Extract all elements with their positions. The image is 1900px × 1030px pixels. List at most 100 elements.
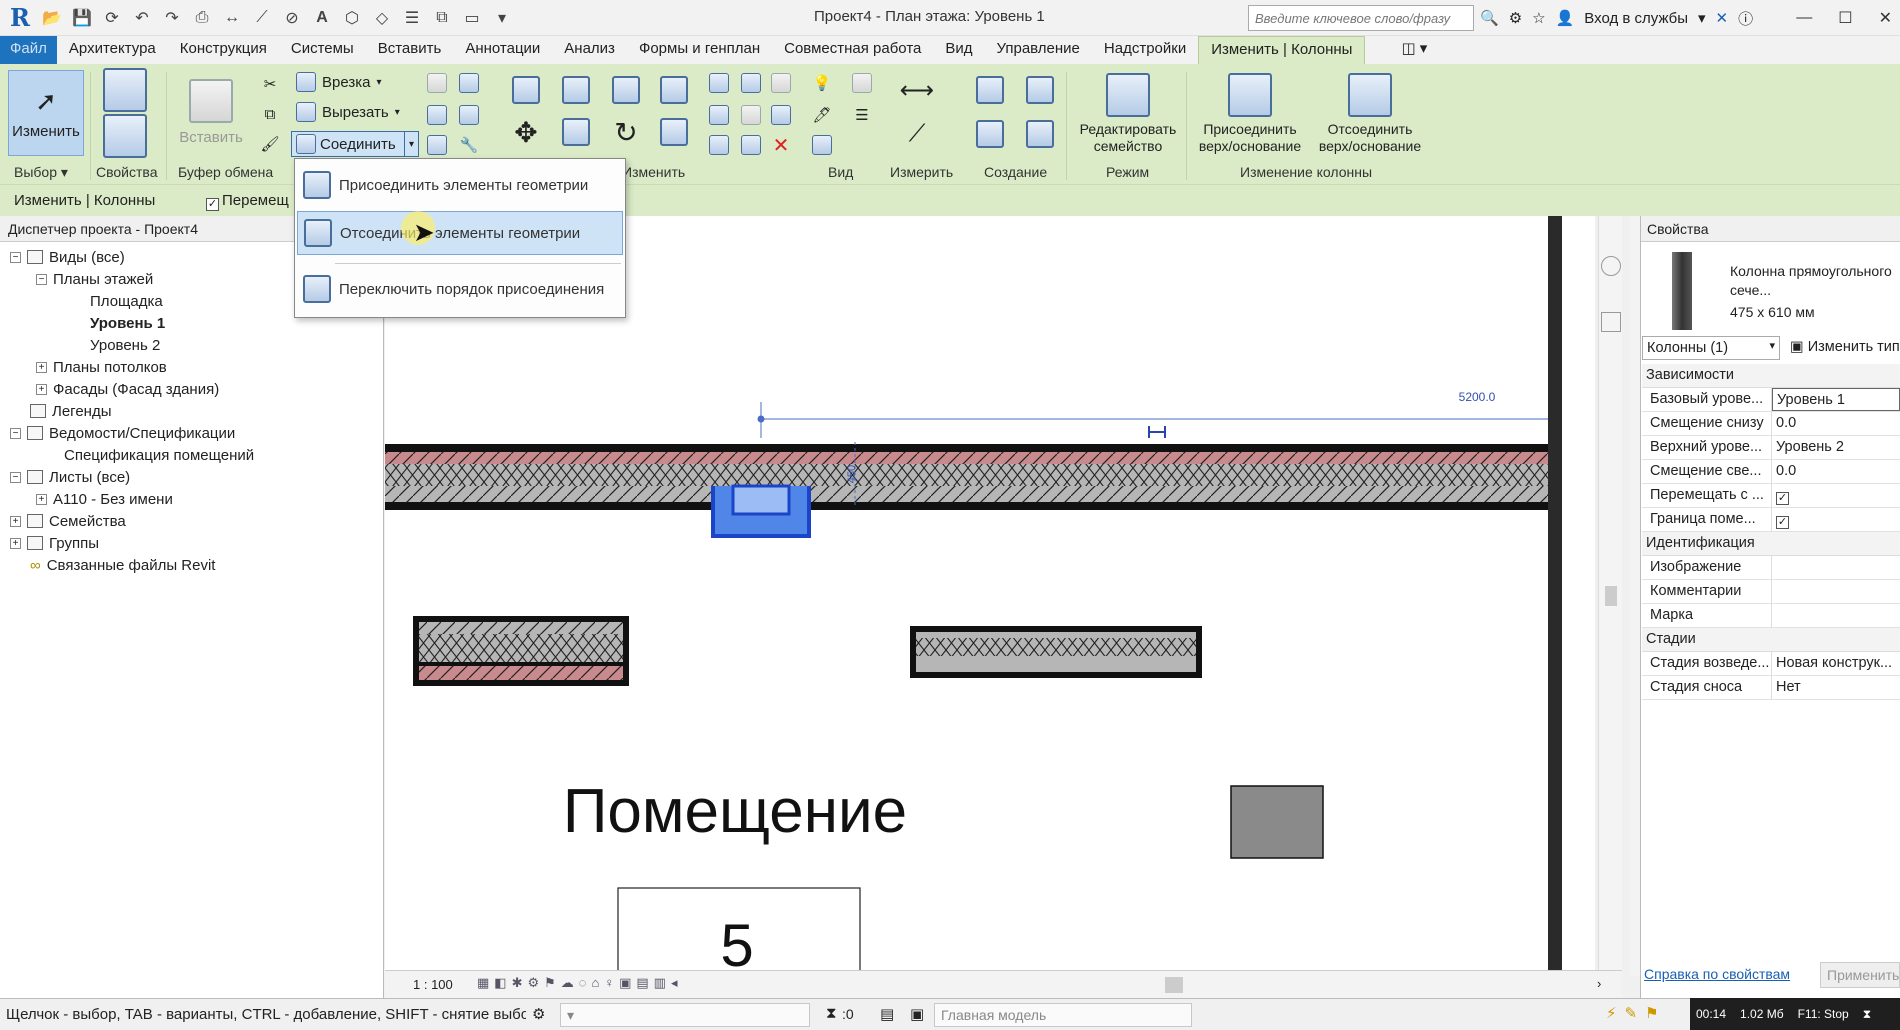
delete-icon[interactable]: ✕: [768, 132, 794, 158]
tool-paint-icon[interactable]: [456, 102, 482, 128]
status-tools-icons[interactable]: ⚡✎⚑: [1606, 1004, 1667, 1022]
rotate-icon[interactable]: ↻: [606, 112, 646, 152]
panel-select[interactable]: Выбор ▾: [14, 164, 68, 181]
sync-icon[interactable]: ⟳: [100, 6, 124, 30]
tab-manage[interactable]: Управление: [985, 36, 1092, 64]
wall-vertical[interactable]: [1548, 216, 1562, 976]
qat-dropdown-icon[interactable]: ▾: [490, 6, 514, 30]
user-icon[interactable]: 👤: [1556, 9, 1575, 27]
tab-analyze[interactable]: Анализ: [552, 36, 627, 64]
save-icon[interactable]: 💾: [70, 6, 94, 30]
mirror-draw-icon[interactable]: [654, 70, 694, 110]
properties-help-link[interactable]: Справка по свойствам: [1644, 966, 1790, 982]
tab-insert[interactable]: Вставить: [366, 36, 454, 64]
instance-filter-select[interactable]: Колонны (1) ▾: [1642, 336, 1780, 360]
tree-node-floor-plans[interactable]: − Планы этажей: [36, 268, 153, 290]
scale-icon[interactable]: [738, 102, 764, 128]
move-with-grids-checkbox[interactable]: ✓ Перемещ: [206, 192, 289, 211]
view-scale[interactable]: 1 : 100: [413, 977, 453, 992]
view-control-icons[interactable]: ▦◧✱⚙⚑☁◌⌂♀▣▤▥◂: [477, 975, 682, 991]
room-name-tag[interactable]: Помещение: [563, 777, 907, 846]
group-phasing[interactable]: Стадии: [1642, 628, 1900, 652]
prop-top-offset[interactable]: Смещение све... 0.0: [1642, 460, 1900, 484]
search-input[interactable]: [1248, 5, 1474, 31]
measure-distance-icon[interactable]: ⟷: [892, 70, 942, 110]
switch-windows-icon[interactable]: ▭: [460, 6, 484, 30]
mirror-axis-icon[interactable]: [606, 70, 646, 110]
paste-button[interactable]: Вставить: [176, 68, 246, 156]
prop-base-offset[interactable]: Смещение снизу 0.0: [1642, 412, 1900, 436]
thin-line-icon[interactable]: ☰: [848, 102, 876, 128]
design-options-icon[interactable]: ▤: [880, 1005, 894, 1023]
tool-split-icon[interactable]: [424, 70, 450, 96]
tree-node-legends[interactable]: Легенды: [30, 400, 112, 422]
scroll-right-icon[interactable]: ›: [1597, 976, 1601, 991]
selected-column[interactable]: [711, 484, 811, 538]
tab-extra-toggle[interactable]: ◫ ▾: [1389, 36, 1439, 64]
open-icon[interactable]: 📂: [40, 6, 64, 30]
canvas-vertical-scrollbar[interactable]: [1598, 216, 1622, 976]
exchange-icon[interactable]: ✕: [1716, 9, 1729, 27]
tab-file[interactable]: Файл: [0, 36, 57, 64]
apply-button[interactable]: Применить: [1820, 962, 1900, 988]
trim-extend-icon[interactable]: [706, 132, 732, 158]
prop-top-level[interactable]: Верхний урове... Уровень 2: [1642, 436, 1900, 460]
tree-node-ceiling-plans[interactable]: + Планы потолков: [36, 356, 167, 378]
prop-move-with-grids[interactable]: Перемещать с ... ✓: [1642, 484, 1900, 508]
array-icon[interactable]: [706, 102, 732, 128]
tab-annotate[interactable]: Аннотации: [453, 36, 552, 64]
tree-node-views[interactable]: − Виды (все): [10, 246, 125, 268]
tree-node-site[interactable]: Площадка: [90, 290, 163, 312]
tab-modify-columns[interactable]: Изменить | Колонны: [1198, 36, 1366, 64]
copy-icon[interactable]: ⧉: [258, 102, 282, 126]
workset-select[interactable]: ▾: [560, 1003, 810, 1027]
aligned-dimension-icon[interactable]: ⟋: [892, 114, 942, 154]
filter-status-icon[interactable]: ⧗: [1863, 1007, 1871, 1022]
tree-node-sheets[interactable]: − Листы (все): [10, 466, 130, 488]
prop-base-level[interactable]: Базовый урове... Уровень 1: [1642, 388, 1900, 412]
split-gap-icon[interactable]: [738, 70, 764, 96]
override-icon[interactable]: [848, 70, 876, 96]
measure-icon[interactable]: ↔: [220, 6, 244, 30]
redo-icon[interactable]: ↷: [160, 6, 184, 30]
copy-elements-icon[interactable]: [556, 112, 596, 152]
tab-collaborate[interactable]: Совместная работа: [772, 36, 933, 64]
close-hidden-icon[interactable]: ⧉: [430, 6, 454, 30]
horizontal-scrollbar[interactable]: [1165, 977, 1183, 993]
prop-phase-demolished[interactable]: Стадия сноса Нет: [1642, 676, 1900, 700]
tab-systems[interactable]: Системы: [279, 36, 366, 64]
join-geometry-button[interactable]: Соединить ▾: [291, 131, 419, 157]
cutout-button[interactable]: Вырезать ▾: [296, 102, 400, 122]
tab-massing[interactable]: Формы и генплан: [627, 36, 772, 64]
selection-filter-icon[interactable]: ⧗: [826, 1005, 837, 1022]
group-constraints[interactable]: Зависимости: [1642, 364, 1900, 388]
binoculars-icon[interactable]: 🔍: [1480, 9, 1499, 27]
tree-node-revit-links[interactable]: ∞ Связанные файлы Revit: [30, 554, 215, 576]
create-assembly-icon[interactable]: [970, 70, 1010, 110]
tool-wrench-icon[interactable]: 🔧: [456, 132, 482, 158]
tree-node-level-2[interactable]: Уровень 2: [90, 334, 160, 356]
move-icon[interactable]: ✥: [506, 112, 546, 152]
hide-view-icon[interactable]: 💡: [808, 70, 836, 96]
prop-room-bounding[interactable]: Граница поме... ✓: [1642, 508, 1900, 532]
tab-addins[interactable]: Надстройки: [1092, 36, 1198, 64]
tag-icon[interactable]: ⊘: [280, 6, 304, 30]
pin-icon[interactable]: [768, 70, 794, 96]
properties-scrollbar[interactable]: [1630, 216, 1640, 976]
print-icon[interactable]: ⎙: [190, 6, 214, 30]
trim-multiple-icon[interactable]: [738, 132, 764, 158]
linework-icon[interactable]: 🖊: [808, 102, 836, 128]
switch-join-order-item[interactable]: Переключить порядок присоединения: [297, 267, 623, 311]
signin-button[interactable]: Вход в службы: [1584, 10, 1688, 27]
cut-icon[interactable]: ✂: [258, 72, 282, 96]
detach-top-base-button[interactable]: Отсоединить верх/основание: [1312, 68, 1428, 160]
text-icon[interactable]: A: [310, 6, 334, 30]
chevron-down-icon[interactable]: ▾: [1698, 9, 1706, 27]
partition-wall-right[interactable]: [910, 626, 1202, 678]
design-option-select[interactable]: Главная модель: [934, 1003, 1192, 1027]
help-icon[interactable]: ⓘ: [1738, 8, 1753, 29]
thin-lines-icon[interactable]: ☰: [400, 6, 424, 30]
offset-icon[interactable]: [556, 70, 596, 110]
tool-beam-icon[interactable]: [424, 102, 450, 128]
tree-node-room-schedule[interactable]: Спецификация помещений: [64, 444, 254, 466]
